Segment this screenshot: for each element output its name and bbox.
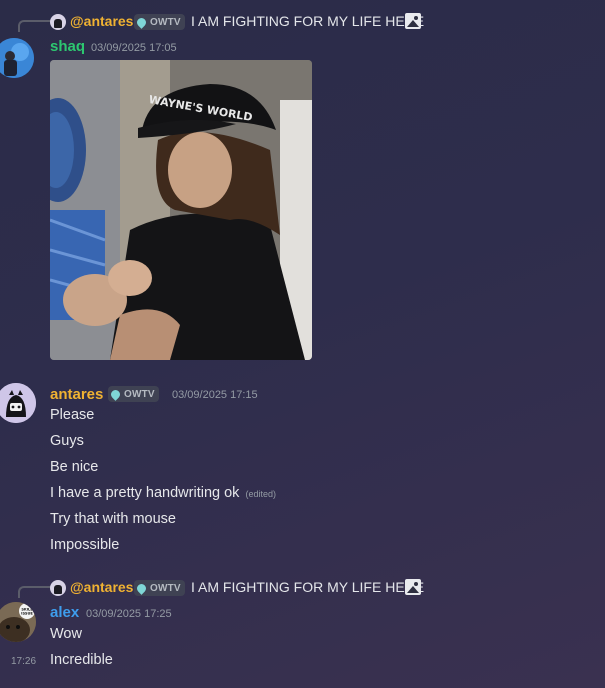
clan-tag[interactable]: OWTV: [134, 580, 185, 596]
image-attachment-icon: [405, 13, 421, 29]
tag-label: OWTV: [150, 16, 181, 28]
clan-tag[interactable]: OWTV: [134, 14, 185, 30]
reply-username[interactable]: @antares: [70, 13, 133, 29]
timestamp-antares[interactable]: 03/09/2025 17:15: [172, 389, 258, 401]
reply-username[interactable]: @antares: [70, 579, 133, 595]
username-antares[interactable]: antares: [50, 386, 103, 403]
avatar-antares[interactable]: [0, 383, 36, 423]
hover-timestamp[interactable]: 17:26: [11, 656, 36, 667]
message-line[interactable]: Impossible: [50, 537, 119, 553]
message-line[interactable]: Be nice: [50, 459, 98, 475]
timestamp-alex[interactable]: 03/09/2025 17:25: [86, 608, 172, 620]
message-line[interactable]: Incredible: [50, 652, 113, 668]
username-shaq[interactable]: shaq: [50, 38, 85, 55]
avatar-antares-image: [0, 383, 36, 423]
tag-drop-icon: [135, 15, 148, 29]
edited-marker: (edited): [245, 489, 276, 499]
message-line[interactable]: Try that with mouse: [50, 511, 176, 527]
reply-preview-text[interactable]: I AM FIGHTING FOR MY LIFE HERE: [191, 579, 424, 595]
message-line[interactable]: Wow: [50, 626, 82, 642]
message-line-edited[interactable]: I have a pretty handwriting ok (edited): [50, 485, 276, 501]
tag-drop-icon: [109, 387, 122, 401]
tag-drop-icon: [135, 581, 148, 595]
reply-spine: [18, 20, 52, 32]
image-attachment-icon: [405, 579, 421, 595]
message-text: I have a pretty handwriting ok: [50, 485, 240, 501]
message-line[interactable]: Guys: [50, 433, 84, 449]
message-line[interactable]: Please: [50, 407, 94, 423]
avatar-alex-image: SKILL ISSUE: [0, 602, 36, 642]
avatar-shaq[interactable]: [0, 38, 34, 78]
reply-avatar[interactable]: [50, 580, 66, 596]
reply-spine: [18, 586, 52, 598]
gif-attachment[interactable]: WAYNE'S WORLD: [50, 60, 312, 360]
reply-avatar[interactable]: [50, 14, 66, 30]
avatar-shaq-image: [0, 38, 34, 78]
tag-label: OWTV: [150, 582, 181, 594]
tag-label: OWTV: [124, 388, 155, 400]
avatar-badge-text: ISSUE: [21, 612, 33, 616]
timestamp-shaq[interactable]: 03/09/2025 17:05: [91, 42, 177, 54]
username-alex[interactable]: alex: [50, 604, 79, 621]
clan-tag[interactable]: OWTV: [108, 386, 159, 402]
reply-preview-text[interactable]: I AM FIGHTING FOR MY LIFE HERE: [191, 13, 424, 29]
avatar-alex[interactable]: SKILL ISSUE: [0, 602, 36, 642]
gif-image: WAYNE'S WORLD: [50, 60, 312, 360]
